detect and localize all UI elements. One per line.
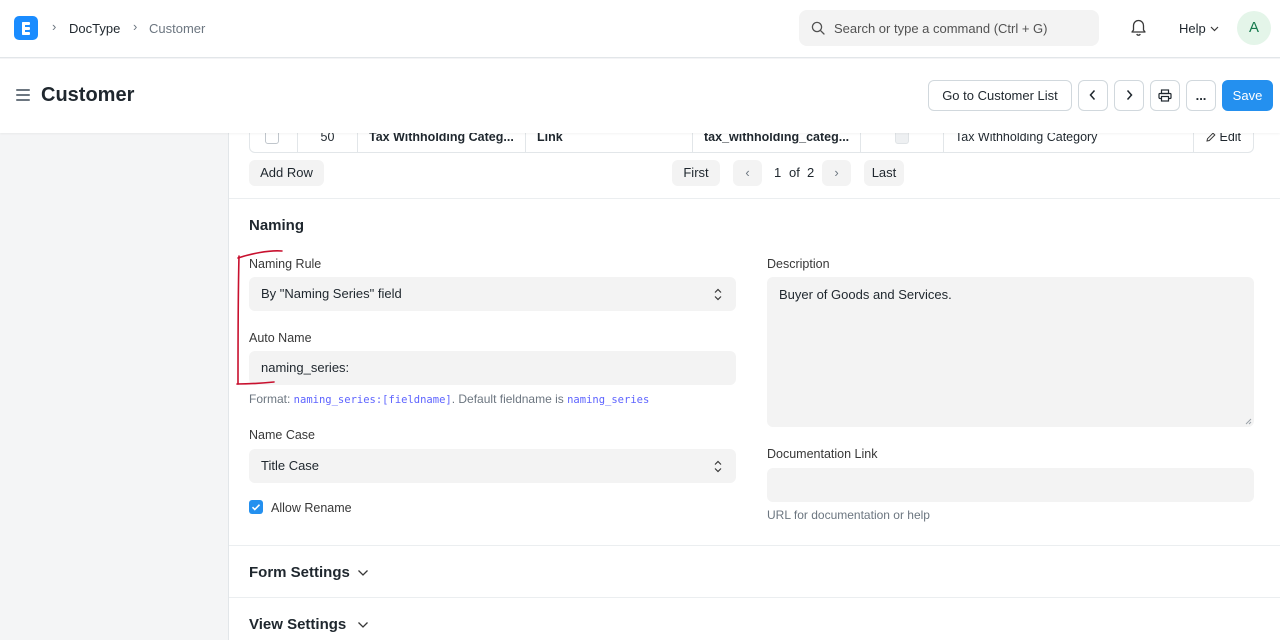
auto-name-format-hint: Format: naming_series:[fieldname]. Defau… — [249, 392, 649, 406]
first-page-button[interactable]: First — [672, 160, 720, 186]
go-to-list-button[interactable]: Go to Customer List — [928, 80, 1072, 111]
auto-name-label: Auto Name — [249, 331, 312, 345]
chevron-right-icon: › — [133, 19, 138, 34]
chevron-down-icon[interactable] — [357, 569, 369, 577]
check-icon — [251, 504, 261, 511]
prev-page-button[interactable]: ‹ — [733, 160, 762, 186]
navbar: › DocType › Customer Search or type a co… — [0, 0, 1280, 58]
more-actions-button[interactable]: ... — [1186, 80, 1216, 111]
search-placeholder: Search or type a command (Ctrl + G) — [834, 21, 1048, 36]
documentation-link-input[interactable] — [767, 468, 1254, 502]
auto-name-input[interactable]: naming_series: — [249, 351, 736, 385]
avatar[interactable]: A — [1237, 11, 1271, 45]
mandatory-checkbox[interactable] — [895, 133, 909, 144]
row-checkbox[interactable] — [265, 133, 279, 144]
breadcrumb-customer[interactable]: Customer — [149, 21, 205, 36]
row-index: 50 — [298, 133, 358, 152]
naming-rule-label: Naming Rule — [249, 257, 322, 271]
search-icon — [811, 21, 825, 35]
naming-rule-value: By "Naming Series" field — [261, 286, 402, 301]
section-divider — [229, 198, 1280, 199]
section-divider — [229, 597, 1280, 598]
breadcrumb-doctype[interactable]: DocType — [69, 21, 120, 36]
hint-default-code: naming_series — [567, 394, 650, 406]
name-case-value: Title Case — [261, 458, 320, 473]
description-textarea[interactable]: Buyer of Goods and Services. — [767, 277, 1254, 427]
documentation-link-label: Documentation Link — [767, 447, 878, 461]
form-card: 50 Tax Withholding Categ... Link tax_wit… — [228, 133, 1280, 640]
help-menu[interactable]: Help — [1179, 21, 1206, 36]
previous-doc-button[interactable] — [1078, 80, 1108, 111]
chevron-down-icon — [1210, 26, 1219, 32]
row-edit-button[interactable]: Edit — [1194, 133, 1254, 152]
current-page: 1 — [774, 165, 782, 180]
select-arrows-icon — [714, 288, 722, 301]
naming-rule-select[interactable]: By "Naming Series" field — [249, 277, 736, 311]
chevron-left-icon — [1089, 90, 1096, 100]
row-label[interactable]: Tax Withholding Categ... — [358, 133, 526, 152]
last-page-button[interactable]: Last — [864, 160, 904, 186]
section-title-form-settings[interactable]: Form Settings — [249, 564, 350, 581]
page-header: Customer Go to Customer List ... Save — [0, 59, 1280, 133]
edit-label: Edit — [1219, 133, 1242, 144]
name-case-label: Name Case — [249, 428, 315, 442]
section-title-view-settings[interactable]: View Settings — [249, 616, 346, 633]
row-select-cell[interactable] — [250, 133, 298, 152]
chevron-right-icon: › — [52, 19, 57, 34]
documentation-link-hint: URL for documentation or help — [767, 508, 930, 522]
name-case-select[interactable]: Title Case — [249, 449, 736, 483]
allow-rename-checkbox[interactable] — [249, 500, 263, 514]
section-title-naming: Naming — [249, 217, 305, 234]
printer-icon — [1158, 89, 1172, 102]
table-row[interactable]: 50 Tax Withholding Categ... Link tax_wit… — [249, 133, 1254, 153]
next-page-button[interactable]: › — [822, 160, 851, 186]
description-label: Description — [767, 257, 830, 271]
edit-icon — [1206, 133, 1216, 142]
resize-handle-icon[interactable] — [1245, 418, 1252, 425]
section-divider — [229, 545, 1280, 546]
print-button[interactable] — [1150, 80, 1180, 111]
app-logo[interactable] — [14, 16, 38, 40]
hint-middle: . Default fieldname is — [451, 392, 568, 406]
next-doc-button[interactable] — [1114, 80, 1144, 111]
sidebar-toggle-icon[interactable] — [16, 89, 30, 101]
add-row-button[interactable]: Add Row — [249, 160, 324, 186]
search-bar[interactable]: Search or type a command (Ctrl + G) — [799, 10, 1099, 46]
row-mandatory-cell[interactable] — [861, 133, 944, 152]
row-fieldname[interactable]: tax_withholding_categ... — [693, 133, 861, 152]
save-button[interactable]: Save — [1222, 80, 1273, 111]
description-value: Buyer of Goods and Services. — [779, 287, 952, 302]
chevron-right-icon — [1126, 90, 1133, 100]
page-title: Customer — [41, 84, 135, 106]
row-options[interactable]: Tax Withholding Category — [944, 133, 1194, 152]
hint-prefix: Format: — [249, 392, 294, 406]
notification-bell-icon[interactable] — [1130, 19, 1147, 37]
total-pages: 2 — [807, 165, 815, 180]
row-type[interactable]: Link — [526, 133, 693, 152]
select-arrows-icon — [714, 460, 722, 473]
page-of-label: of — [789, 165, 800, 180]
allow-rename-label[interactable]: Allow Rename — [271, 501, 352, 515]
hint-format-code: naming_series:[fieldname] — [293, 394, 452, 406]
chevron-down-icon[interactable] — [357, 621, 369, 629]
